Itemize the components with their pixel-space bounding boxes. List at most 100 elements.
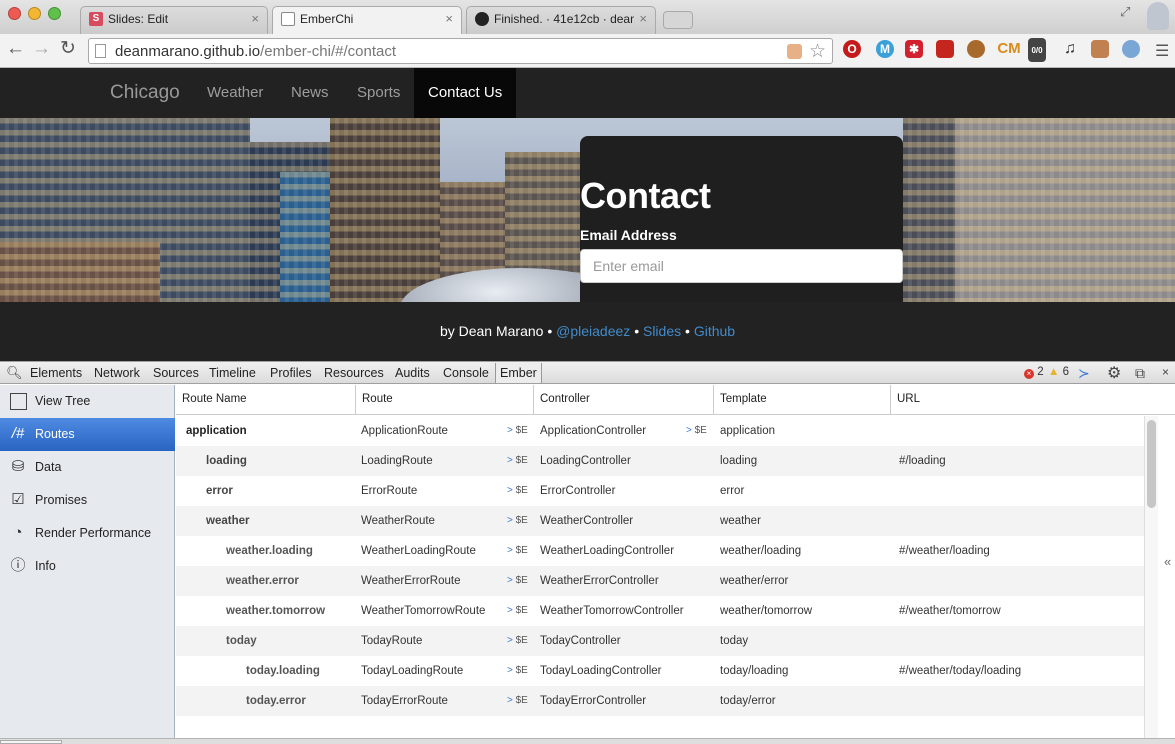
nav-contact-us[interactable]: Contact Us	[414, 68, 517, 118]
send-controller-to-console-button[interactable]: > $E	[686, 425, 707, 436]
table-row[interactable]: application ApplicationRoute ApplicationCo…	[176, 416, 1144, 446]
table-row[interactable]: weather.tomorrow WeatherTomorrowRoute Weat…	[176, 596, 1144, 626]
counter-icon[interactable]: 0/0	[1028, 38, 1046, 62]
sofa-icon[interactable]	[936, 40, 954, 58]
send-route-to-console-button[interactable]: > $E	[507, 515, 528, 526]
table-row[interactable]: weather.loading WeatherLoadingRoute Weathe…	[176, 536, 1144, 566]
gear-icon[interactable]: ⚙	[1107, 363, 1121, 383]
footer-author: by Dean Marano	[439, 323, 544, 339]
send-route-to-console-button[interactable]: > $E	[507, 485, 528, 496]
asterisk-icon[interactable]: ✱	[905, 40, 923, 58]
column-header-controller[interactable]: Controller	[533, 385, 713, 415]
scrollbar-thumb[interactable]	[1147, 420, 1156, 508]
expand-panel-icon[interactable]: «	[1164, 554, 1171, 569]
column-header-route-name[interactable]: Route Name	[176, 385, 355, 415]
site-brand[interactable]: Chicago	[110, 82, 180, 104]
send-route-to-console-button[interactable]: > $E	[507, 695, 528, 706]
address-bar[interactable]: deanmarano.github.io/ember-chi/#/contact…	[88, 38, 833, 64]
close-tab-icon[interactable]: ×	[639, 12, 647, 34]
error-count[interactable]: × 2	[1024, 366, 1044, 379]
sidebar-item-label: Info	[35, 559, 56, 573]
extension-face-icon[interactable]	[787, 44, 802, 59]
warning-count[interactable]: ▲ 6	[1048, 366, 1069, 378]
send-route-to-console-button[interactable]: > $E	[507, 455, 528, 466]
ember-sidebar: View Tree /# Routes ⛁ Data ☑ Promises ◔ …	[0, 385, 175, 744]
devtools-tab-elements[interactable]: Elements	[30, 366, 82, 380]
devtools-tab-ember[interactable]: Ember	[495, 363, 542, 383]
table-row[interactable]: error ErrorRoute ErrorController error > $E	[176, 476, 1144, 506]
search-icon[interactable]: 🔍︎	[6, 365, 23, 381]
opera-icon[interactable]: O	[843, 40, 861, 58]
dock-icon[interactable]: ⧉	[1135, 365, 1145, 382]
close-window-icon[interactable]	[8, 7, 21, 20]
menu-icon[interactable]: ☰	[1155, 41, 1169, 61]
nav-news[interactable]: News	[291, 84, 329, 101]
send-route-to-console-button[interactable]: > $E	[507, 575, 528, 586]
table-row[interactable]: today.loading TodayLoadingRoute TodayLoadi…	[176, 656, 1144, 686]
reload-icon[interactable]: ↻	[60, 39, 76, 59]
browser-tab-slides[interactable]: S Slides: Edit ×	[80, 6, 268, 34]
sidebar-item-promises[interactable]: ☑ Promises	[0, 484, 175, 517]
table-row[interactable]: today.error TodayErrorRoute TodayErrorCont…	[176, 686, 1144, 716]
column-header-url[interactable]: URL	[890, 385, 1144, 415]
clapper-icon[interactable]	[1091, 40, 1109, 58]
send-route-to-console-button[interactable]: > $E	[507, 425, 528, 436]
send-route-to-console-button[interactable]: > $E	[507, 635, 528, 646]
browser-tab-emberchi[interactable]: EmberChi ×	[272, 6, 462, 35]
column-header-template[interactable]: Template	[713, 385, 890, 415]
devtools-tab-audits[interactable]: Audits	[395, 366, 430, 380]
zoom-window-icon[interactable]	[48, 7, 61, 20]
cloud-icon[interactable]: M	[876, 40, 894, 58]
devtools-tab-profiles[interactable]: Profiles	[270, 366, 312, 380]
database-icon: ⛁	[11, 458, 25, 475]
profile-avatar[interactable]	[1147, 2, 1169, 30]
new-tab-button[interactable]	[663, 11, 693, 29]
email-input[interactable]	[580, 249, 903, 283]
devtools-tab-sources[interactable]: Sources	[153, 366, 199, 380]
sidebar-item-info[interactable]: ⓘ Info	[0, 550, 175, 583]
forward-arrow-icon[interactable]: →	[32, 39, 51, 59]
tab-title: Slides: Edit	[108, 12, 169, 26]
fullscreen-icon[interactable]: ⤢	[1120, 4, 1130, 20]
column-header-route[interactable]: Route	[355, 385, 533, 415]
devtools-tab-resources[interactable]: Resources	[324, 366, 384, 380]
back-arrow-icon[interactable]: ←	[6, 39, 25, 59]
table-row[interactable]: weather.error WeatherErrorRoute WeatherErr…	[176, 566, 1144, 596]
send-label: $E	[515, 425, 528, 436]
send-route-to-console-button[interactable]: > $E	[507, 605, 528, 616]
globe-icon[interactable]	[1122, 40, 1140, 58]
music-icon[interactable]: ♫	[1061, 40, 1079, 58]
close-icon[interactable]: ×	[1162, 365, 1169, 379]
devtools-tab-network[interactable]: Network	[94, 366, 140, 380]
nav-weather[interactable]: Weather	[207, 84, 263, 101]
minimize-window-icon[interactable]	[28, 7, 41, 20]
drawer-tab[interactable]	[0, 740, 62, 744]
ball-icon[interactable]	[967, 40, 985, 58]
controller-cell: WeatherLoadingController	[540, 545, 675, 557]
table-row[interactable]: weather WeatherRoute WeatherController weat…	[176, 506, 1144, 536]
bookmark-star-icon[interactable]: ☆	[809, 40, 826, 63]
table-row[interactable]: today TodayRoute TodayController today > $E	[176, 626, 1144, 656]
sidebar-item-routes[interactable]: /# Routes	[0, 418, 175, 451]
url-text[interactable]: deanmarano.github.io/ember-chi/#/contact	[115, 43, 396, 60]
nav-sports[interactable]: Sports	[357, 84, 400, 101]
devtools-tab-timeline[interactable]: Timeline	[209, 366, 256, 380]
footer-link-github[interactable]: Github	[694, 323, 735, 339]
close-tab-icon[interactable]: ×	[251, 12, 259, 34]
sidebar-item-view-tree[interactable]: View Tree	[0, 385, 175, 418]
sidebar-item-data[interactable]: ⛁ Data	[0, 451, 175, 484]
console-drawer-icon[interactable]: ≻	[1078, 365, 1090, 382]
browser-tab-github[interactable]: Finished. · 41e12cb · dean ×	[466, 6, 656, 34]
vertical-scrollbar[interactable]	[1144, 416, 1158, 744]
route-class-cell: ApplicationRoute	[361, 425, 448, 437]
template-cell: loading	[720, 455, 758, 467]
send-route-to-console-button[interactable]: > $E	[507, 665, 528, 676]
sidebar-item-render-performance[interactable]: ◔ Render Performance	[0, 517, 175, 550]
cm-icon[interactable]: CM	[997, 40, 1021, 58]
footer-link-twitter[interactable]: @pleiadeez	[556, 323, 630, 339]
close-tab-icon[interactable]: ×	[445, 12, 453, 35]
send-route-to-console-button[interactable]: > $E	[507, 545, 528, 556]
table-row[interactable]: loading LoadingRoute LoadingController load…	[176, 446, 1144, 476]
footer-link-slides[interactable]: Slides	[643, 323, 681, 339]
devtools-tab-console[interactable]: Console	[443, 366, 489, 380]
